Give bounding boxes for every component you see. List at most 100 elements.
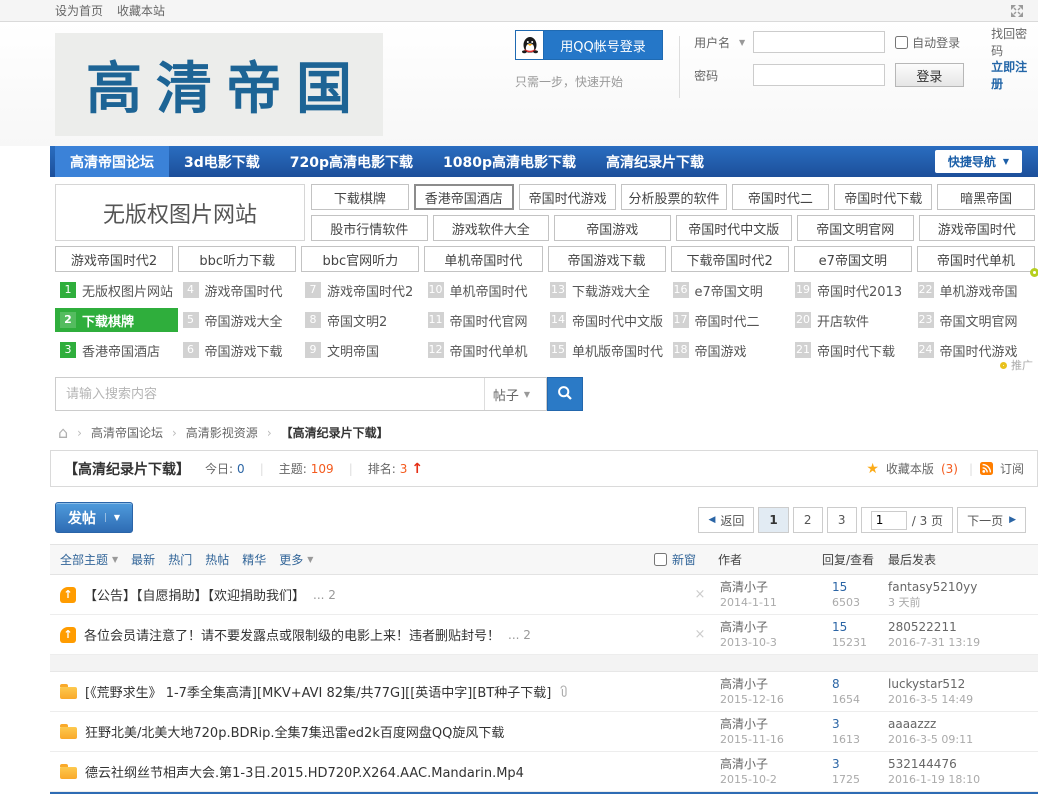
last-post-time[interactable]: 3 天前 [888,595,1038,610]
promo-link[interactable]: 暗黑帝国 [937,184,1035,210]
thread-page-links[interactable]: ... 2 [313,588,336,602]
rank-item[interactable]: 22单机游戏帝国 [913,278,1036,302]
rank-item[interactable]: 3香港帝国酒店 [55,338,178,362]
promo-link[interactable]: 帝国时代中文版 [676,215,793,241]
rank-item[interactable]: 13下载游戏大全 [545,278,668,302]
promo-link[interactable]: 游戏帝国时代2 [55,246,173,272]
last-post-time[interactable]: 2016-7-31 13:19 [888,635,1038,650]
thread-title[interactable]: 德云社纲丝节相声大会.第1-3日.2015.HD720P.X264.AAC.Ma… [85,762,524,781]
filter-all-topics[interactable]: 全部主题 ▼ [60,551,118,568]
rank-item[interactable]: 1无版权图片网站 [55,278,178,302]
next-page-button[interactable]: 下一页 ▶ [957,507,1026,533]
expand-icon[interactable] [1010,4,1024,18]
rank-item[interactable]: 18帝国游戏 [668,338,791,362]
last-post-user[interactable]: 532144476 [888,757,1038,772]
thread-page-links[interactable]: ... 2 [508,628,531,642]
last-post-time[interactable]: 2016-3-5 09:11 [888,732,1038,747]
thread-title[interactable]: 【公告】【自愿捐助】【欢迎捐助我们】 [84,585,305,604]
nav-tab-1080p[interactable]: 1080p高清电影下载 [428,146,591,177]
nav-tab-documentary[interactable]: 高清纪录片下载 [591,146,719,177]
new-window-checkbox[interactable] [654,553,667,566]
promo-link[interactable]: 帝国文明官网 [797,215,914,241]
thread-author[interactable]: 高清小子 [720,677,832,692]
subscribe-link[interactable]: 订阅 [1000,460,1024,477]
promo-link[interactable]: 帝国时代下载 [834,184,932,210]
search-type-select[interactable]: 帖子 ▼ [484,378,546,410]
thread-title[interactable]: 狂野北美/北美大地720p.BDRip.全集7集迅雷ed2k百度网盘QQ旋风下载 [85,722,504,741]
rank-item[interactable]: 14帝国时代中文版 [545,308,668,332]
promo-link-active[interactable]: 香港帝国酒店 [414,184,514,210]
breadcrumb-current[interactable]: 【高清纪录片下载】 [281,424,389,441]
thread-author[interactable]: 高清小子 [720,620,832,635]
close-icon[interactable]: × [680,627,720,642]
filter-more[interactable]: 更多 ▼ [279,551,313,568]
nav-tab-forum[interactable]: 高清帝国论坛 [55,146,169,177]
auto-login-checkbox[interactable] [895,36,908,49]
promo-link[interactable]: e7帝国文明 [794,246,912,272]
rank-item[interactable]: 21帝国时代下载 [790,338,913,362]
nav-tab-3d[interactable]: 3d电影下载 [169,146,275,177]
promo-link[interactable]: bbc官网听力 [301,246,419,272]
page-3-button[interactable]: 3 [827,507,857,533]
register-link[interactable]: 立即注册 [991,58,1038,92]
rank-item[interactable]: 20开店软件 [790,308,913,332]
rank-item[interactable]: 8帝国文明2 [300,308,423,332]
search-input[interactable] [56,378,484,410]
last-post-time[interactable]: 2016-1-19 18:10 [888,772,1038,787]
page-jump-input[interactable] [871,511,907,530]
promo-link[interactable]: 单机帝国时代 [424,246,542,272]
promo-link[interactable]: 下载棋牌 [311,184,409,210]
thread-title[interactable]: [《荒野求生》 1-7季全集高清][MKV+AVI 82集/共77G][[英语中… [85,682,551,701]
nav-tab-720p[interactable]: 720p高清电影下载 [275,146,428,177]
rank-item[interactable]: 12帝国时代单机 [423,338,546,362]
rank-item[interactable]: 7游戏帝国时代2 [300,278,423,302]
breadcrumb-forum-home[interactable]: 高清帝国论坛 [91,424,163,441]
last-post-user[interactable]: luckystar512 [888,677,1038,692]
thread-replies[interactable]: 15 [832,620,888,635]
rank-item[interactable]: 6帝国游戏下载 [178,338,301,362]
rank-item[interactable]: 23帝国文明官网 [913,308,1036,332]
site-logo[interactable]: 高清帝国 [55,33,383,136]
rank-item[interactable]: 16e7帝国文明 [668,278,791,302]
thread-replies[interactable]: 15 [832,580,888,595]
thread-author[interactable]: 高清小子 [720,580,832,595]
username-dropdown-icon[interactable]: ▼ [739,38,745,47]
login-button[interactable]: 登录 [895,63,963,87]
close-icon[interactable]: × [680,587,720,602]
password-field[interactable] [753,64,885,86]
home-icon[interactable]: ⌂ [58,427,68,439]
favorite-link[interactable]: 收藏本版 [886,460,934,477]
promo-link[interactable]: 帝国时代游戏 [519,184,617,210]
thread-replies[interactable]: 3 [832,717,888,732]
breadcrumb-category[interactable]: 高清影视资源 [186,424,258,441]
promo-link[interactable]: 帝国游戏下载 [548,246,666,272]
set-home-link[interactable]: 设为首页 [55,2,103,19]
promo-link[interactable]: 下载帝国时代2 [671,246,789,272]
thread-author[interactable]: 高清小子 [720,717,832,732]
rank-item[interactable]: 19帝国时代2013 [790,278,913,302]
thread-title[interactable]: 各位会员请注意了！请不要发露点或限制级的电影上来！违者删贴封号！ [84,625,500,644]
quick-nav-button[interactable]: 快捷导航 ▼ [935,150,1022,173]
promo-link[interactable]: 帝国时代单机 [917,246,1035,272]
promo-big-link[interactable]: 无版权图片网站 [55,184,305,241]
rank-item-highlighted[interactable]: 2下载棋牌 [55,308,178,332]
filter-hot[interactable]: 热门 [168,551,192,568]
rank-item[interactable]: 10单机帝国时代 [423,278,546,302]
filter-digest[interactable]: 精华 [242,551,266,568]
last-post-user[interactable]: fantasy5210yy [888,580,1038,595]
rank-item[interactable]: 4游戏帝国时代 [178,278,301,302]
promo-link[interactable]: bbc听力下载 [178,246,296,272]
rank-item[interactable]: 9文明帝国 [300,338,423,362]
page-1-button[interactable]: 1 [758,507,788,533]
filter-newest[interactable]: 最新 [131,551,155,568]
new-window-option[interactable]: 新窗 [654,551,718,568]
promo-link[interactable]: 分析股票的软件 [621,184,726,210]
last-post-user[interactable]: 280522211 [888,620,1038,635]
promo-link[interactable]: 游戏帝国时代 [919,215,1036,241]
promo-link[interactable]: 游戏软件大全 [433,215,550,241]
filter-hot-posts[interactable]: 热帖 [205,551,229,568]
last-post-time[interactable]: 2016-3-5 14:49 [888,692,1038,707]
qq-login-button[interactable]: 用QQ帐号登录 [515,30,663,60]
back-button[interactable]: ◀ 返回 [698,507,754,533]
page-2-button[interactable]: 2 [793,507,823,533]
